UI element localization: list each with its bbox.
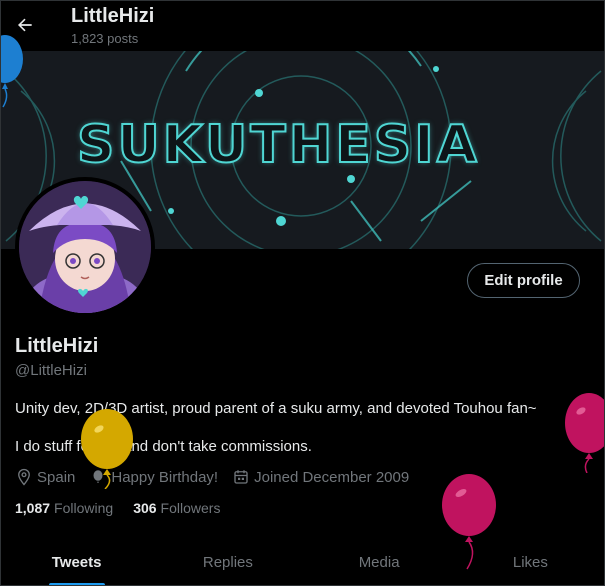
page-title: LittleHizi <box>71 5 155 27</box>
joined-text: Joined December 2009 <box>254 468 410 486</box>
edit-profile-button[interactable]: Edit profile <box>467 263 580 298</box>
birthday: Happy Birthday! <box>89 468 218 486</box>
tab-media[interactable]: Media <box>304 537 455 585</box>
top-bar: LittleHizi 1,823 posts <box>1 1 604 51</box>
followers-label: Followers <box>160 500 221 516</box>
tab-tweets[interactable]: Tweets <box>1 537 152 585</box>
user-handle: @LittleHizi <box>15 362 87 379</box>
following-link[interactable]: 1,087 Following <box>15 500 113 516</box>
profile-tabs: Tweets Replies Media Likes <box>1 537 604 585</box>
tab-replies[interactable]: Replies <box>152 537 303 585</box>
tab-likes[interactable]: Likes <box>455 537 604 585</box>
location: Spain <box>15 468 75 486</box>
profile-meta: Spain Happy Birthday! Joined December 20… <box>15 468 423 486</box>
calendar-icon <box>234 470 248 484</box>
post-count: 1,823 posts <box>71 31 139 46</box>
following-label: Following <box>54 500 114 516</box>
avatar[interactable] <box>15 177 155 317</box>
followers-count: 306 <box>133 500 157 516</box>
avatar-image <box>19 181 151 313</box>
back-button[interactable] <box>9 9 41 41</box>
magenta-balloon-icon <box>565 393 604 473</box>
follow-stats: 1,087 Following 306 Followers <box>15 500 240 516</box>
arrow-left-icon <box>18 18 32 32</box>
display-name: LittleHizi <box>15 335 99 357</box>
location-text: Spain <box>37 468 76 486</box>
bio-line: I do stuff for fun and don't take commis… <box>15 438 312 455</box>
balloon-icon <box>93 470 103 483</box>
banner-logo-text: SUKUTHESIA <box>76 114 480 176</box>
location-pin-icon <box>18 468 30 486</box>
birthday-text: Happy Birthday! <box>111 468 219 486</box>
followers-link[interactable]: 306 Followers <box>133 500 220 516</box>
joined-date: Joined December 2009 <box>232 468 409 486</box>
bio-line: Unity dev, 2D/3D artist, proud parent of… <box>15 400 537 417</box>
following-count: 1,087 <box>15 500 51 516</box>
profile-page: LittleHizi 1,823 posts SUKUTHESIA Edit p… <box>0 0 605 586</box>
